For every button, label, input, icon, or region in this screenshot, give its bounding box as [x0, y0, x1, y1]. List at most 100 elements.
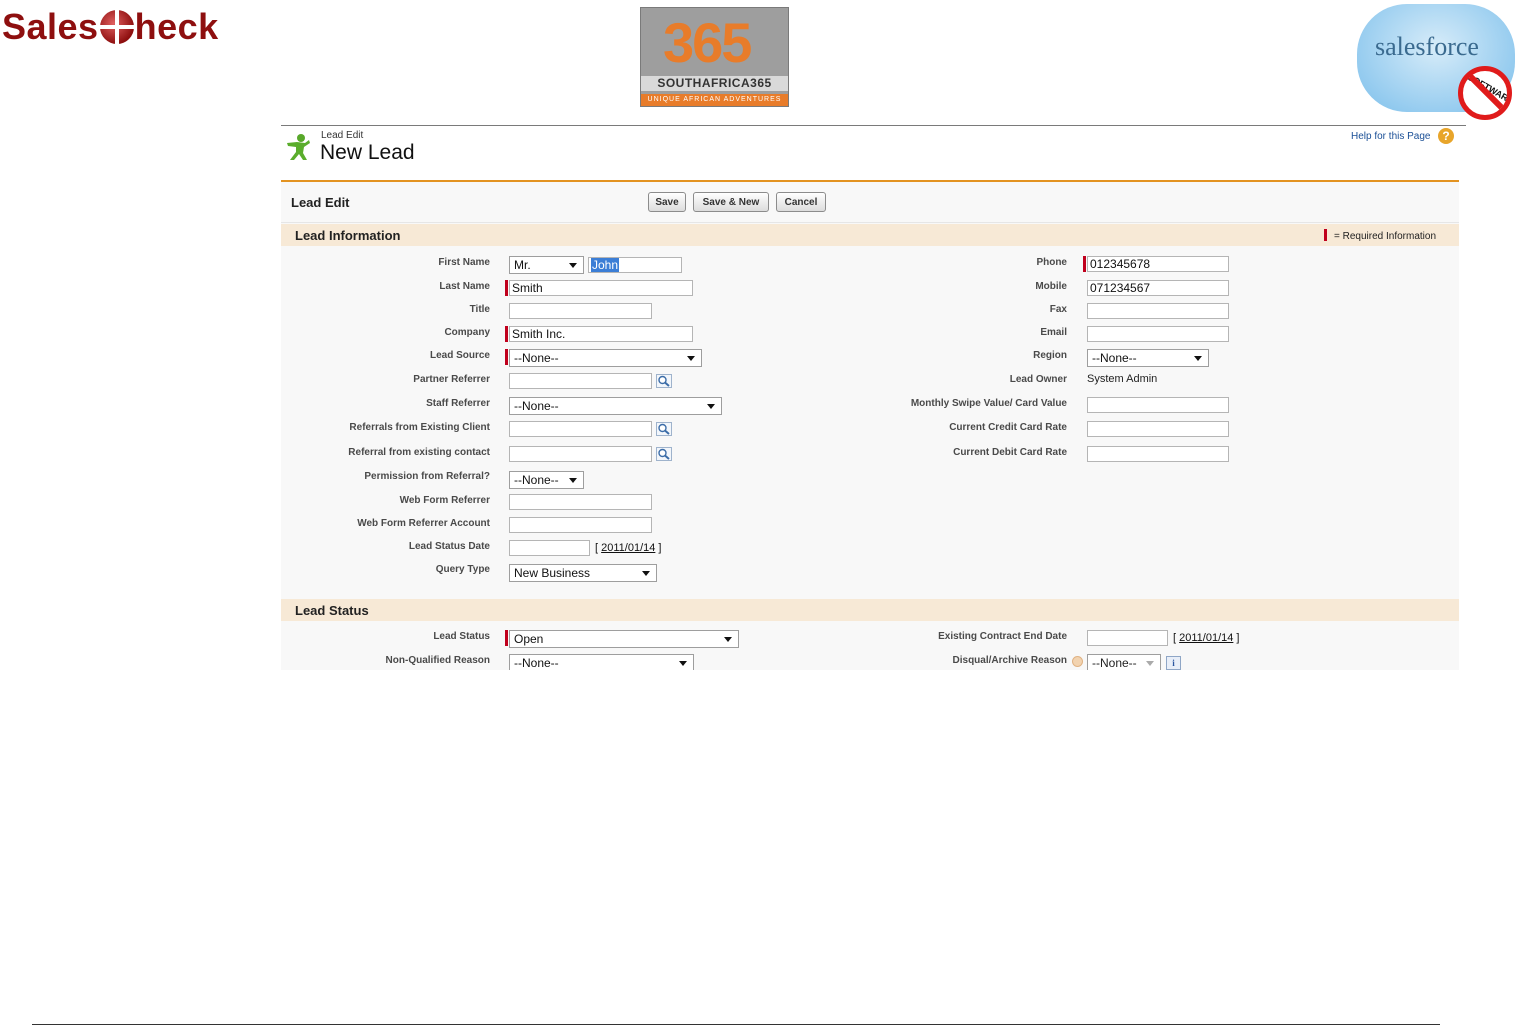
staff-referrer-select[interactable]: --None-- — [509, 397, 722, 415]
salesforce-wordmark: salesforce — [1375, 32, 1479, 61]
section-title: Lead Status — [295, 603, 369, 618]
company-label: Company — [444, 327, 490, 338]
salutation-value: Mr. — [514, 258, 531, 272]
lookup-icon[interactable] — [656, 447, 672, 461]
mobile-label: Mobile — [1035, 281, 1067, 292]
title-input[interactable] — [509, 303, 652, 319]
required-marker — [505, 326, 508, 342]
mobile-input[interactable]: 071234567 — [1087, 280, 1229, 296]
last-name-input[interactable]: Smith — [509, 280, 693, 296]
chevron-down-icon — [707, 404, 715, 409]
dependency-icon — [1072, 656, 1083, 667]
contract-end-input[interactable] — [1087, 630, 1168, 646]
chevron-down-icon — [569, 478, 577, 483]
credit-rate-label: Current Credit Card Rate — [949, 422, 1067, 433]
lead-status-select[interactable]: Open — [509, 630, 739, 648]
cancel-button[interactable]: Cancel — [776, 192, 826, 212]
help-icon[interactable]: ? — [1438, 128, 1454, 144]
chevron-down-icon — [687, 356, 695, 361]
required-marker — [505, 280, 508, 296]
lead-status-label: Lead Status — [433, 631, 490, 642]
query-type-value: New Business — [514, 566, 591, 580]
lead-source-value: --None-- — [514, 351, 559, 365]
referrals-client-label: Referrals from Existing Client — [349, 422, 490, 433]
email-label: Email — [1040, 327, 1067, 338]
region-label: Region — [1033, 350, 1067, 361]
fax-input[interactable] — [1087, 303, 1229, 319]
referrals-client-input[interactable] — [509, 421, 652, 437]
logo-name: SOUTHAFRICA365 — [657, 76, 772, 90]
required-marker — [1324, 229, 1327, 241]
no-software-icon: SOFTWARE — [1458, 66, 1512, 120]
company-input[interactable]: Smith Inc. — [509, 326, 693, 342]
today-link[interactable]: 2011/01/14 — [601, 542, 655, 554]
lead-status-date-today[interactable]: [ 2011/01/14 ] — [595, 542, 662, 554]
section-lead-information: Lead Information = Required Information — [281, 224, 1459, 246]
salutation-select[interactable]: Mr. — [509, 256, 584, 274]
debit-rate-input[interactable] — [1087, 446, 1229, 462]
permission-referral-select[interactable]: --None-- — [509, 471, 584, 489]
contract-end-today[interactable]: [ 2011/01/14 ] — [1173, 632, 1240, 644]
credit-rate-input[interactable] — [1087, 421, 1229, 437]
referral-contact-input[interactable] — [509, 446, 652, 462]
debit-rate-label: Current Debit Card Rate — [953, 447, 1067, 458]
footer-divider — [32, 1024, 1440, 1025]
lookup-icon[interactable] — [656, 374, 672, 388]
lookup-icon[interactable] — [656, 422, 672, 436]
web-form-account-label: Web Form Referrer Account — [357, 518, 490, 529]
breadcrumb: Lead Edit — [321, 130, 364, 141]
contract-end-label: Existing Contract End Date — [938, 631, 1067, 642]
phone-input[interactable]: 012345678 — [1087, 256, 1229, 272]
non-qualified-select[interactable]: --None-- — [509, 654, 694, 670]
lead-source-select[interactable]: --None-- — [509, 349, 702, 367]
partner-referrer-input[interactable] — [509, 373, 652, 389]
partner-referrer-label: Partner Referrer — [413, 374, 490, 385]
required-legend: = Required Information — [1324, 229, 1436, 242]
required-marker — [505, 349, 508, 365]
permission-referral-value: --None-- — [514, 473, 559, 487]
help-link[interactable]: Help for this Page — [1351, 131, 1431, 142]
logo-text-check: heck — [134, 6, 219, 47]
region-select[interactable]: --None-- — [1087, 349, 1209, 367]
swipe-value-input[interactable] — [1087, 397, 1229, 413]
referral-contact-label: Referral from existing contact — [348, 447, 490, 458]
web-form-referrer-input[interactable] — [509, 494, 652, 510]
region-value: --None-- — [1092, 351, 1137, 365]
web-form-account-input[interactable] — [509, 517, 652, 533]
disqual-reason-label: Disqual/Archive Reason — [952, 655, 1067, 666]
first-name-input[interactable]: John — [588, 257, 682, 273]
lead-person-icon — [287, 134, 310, 160]
chevron-down-icon — [1194, 356, 1202, 361]
logo-text-sales: Sales — [2, 6, 99, 47]
staff-referrer-label: Staff Referrer — [426, 398, 490, 409]
page-title: New Lead — [320, 141, 415, 164]
salesforce-no-software-logo: salesforce SOFTWARE — [1357, 0, 1518, 125]
chevron-down-icon — [642, 571, 650, 576]
swipe-value-label: Monthly Swipe Value/ Card Value — [910, 398, 1067, 409]
staff-referrer-value: --None-- — [514, 399, 559, 413]
save-button[interactable]: Save — [648, 192, 686, 212]
today-link[interactable]: 2011/01/14 — [1179, 632, 1233, 644]
first-name-value: John — [591, 258, 620, 272]
save-and-new-button[interactable]: Save & New — [693, 192, 769, 212]
disqual-reason-select[interactable]: --None-- — [1087, 654, 1161, 670]
web-form-referrer-label: Web Form Referrer — [399, 495, 490, 506]
fax-label: Fax — [1049, 304, 1067, 315]
info-icon[interactable]: i — [1166, 656, 1181, 670]
lead-owner-label: Lead Owner — [1009, 374, 1067, 385]
lead-status-date-input[interactable] — [509, 540, 590, 556]
query-type-select[interactable]: New Business — [509, 564, 657, 582]
non-qualified-label: Non-Qualified Reason — [385, 655, 490, 666]
saleschk-logo: Sales heck — [2, 6, 219, 48]
header-divider — [281, 125, 1466, 126]
last-name-label: Last Name — [439, 281, 490, 292]
lead-owner-value: System Admin — [1087, 373, 1158, 385]
email-input[interactable] — [1087, 326, 1229, 342]
chevron-down-icon — [724, 637, 732, 642]
permission-referral-label: Permission from Referral? — [364, 471, 490, 482]
required-marker — [1083, 256, 1086, 272]
disqual-reason-value: --None-- — [1092, 656, 1137, 670]
lead-edit-panel: Lead Edit Save Save & New Cancel Lead In… — [281, 180, 1459, 670]
required-marker — [505, 630, 508, 646]
toolbar: Lead Edit Save Save & New Cancel — [281, 182, 1459, 223]
